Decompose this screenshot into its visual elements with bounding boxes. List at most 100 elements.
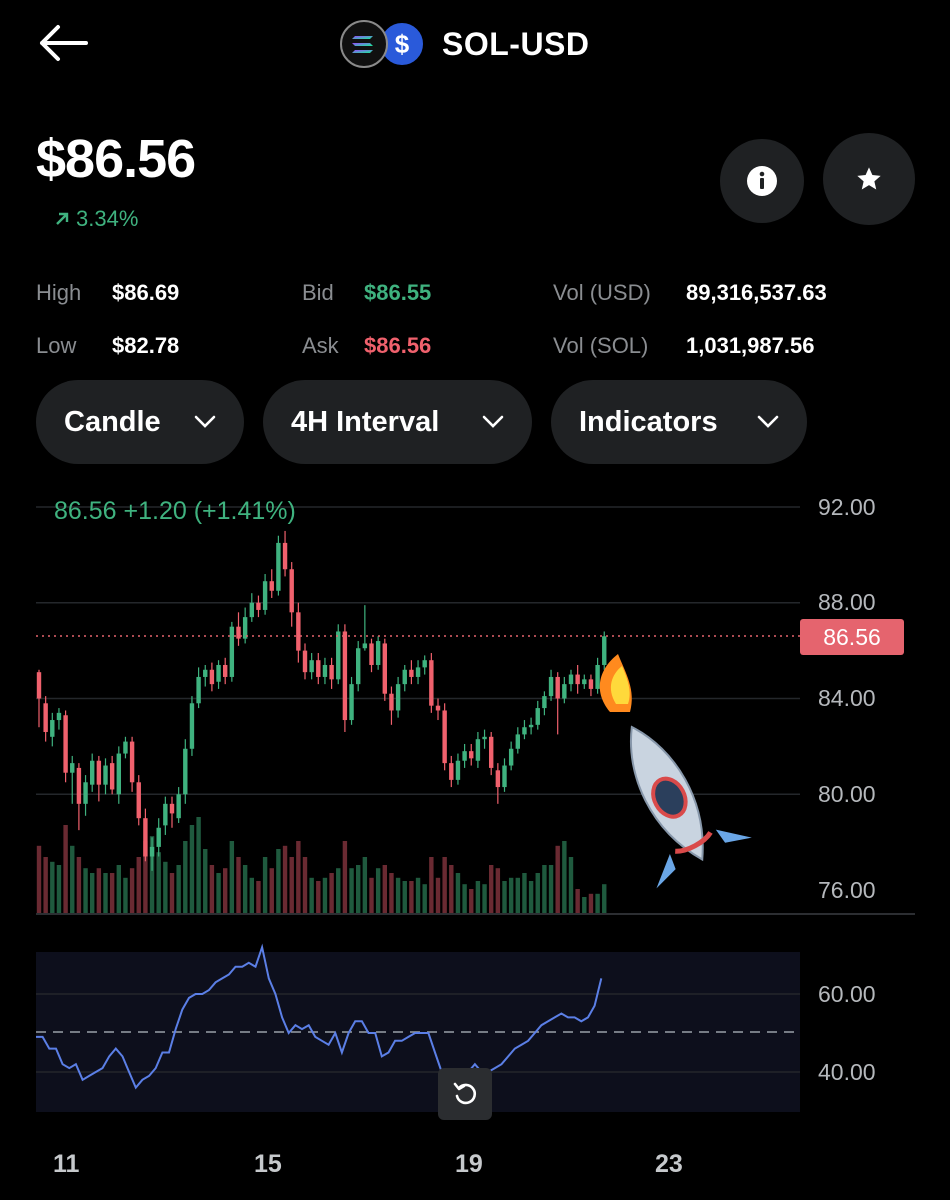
interval-dropdown[interactable]: 4H Interval <box>263 380 532 464</box>
info-button[interactable] <box>720 139 804 223</box>
date-axis-label: 19 <box>455 1150 483 1178</box>
vol-usd-value: 89,316,537.63 <box>686 280 827 305</box>
candle <box>489 732 494 776</box>
volume-bar <box>129 868 135 913</box>
volume-bar <box>409 881 414 913</box>
candle <box>249 593 254 622</box>
candle <box>196 667 201 709</box>
candle <box>123 736 128 759</box>
candle-body <box>342 631 348 721</box>
candle <box>169 796 175 828</box>
candle <box>136 775 141 826</box>
candle <box>475 732 481 768</box>
volume-bar <box>70 845 75 913</box>
candle-body <box>282 542 288 570</box>
candle <box>469 743 474 766</box>
high-value: $86.69 <box>112 280 180 305</box>
candle <box>349 676 354 725</box>
candle <box>289 562 294 627</box>
candle-body <box>176 794 181 819</box>
price-chart[interactable] <box>0 480 950 1130</box>
candle <box>63 710 68 783</box>
back-button[interactable] <box>36 20 90 66</box>
volume-bar <box>389 873 394 913</box>
volume-bar <box>289 857 294 913</box>
candle-body <box>269 581 274 591</box>
volume-bar <box>76 857 82 913</box>
candle <box>555 672 560 735</box>
candle <box>369 638 374 673</box>
candle <box>36 669 42 728</box>
volume-bar <box>442 857 447 913</box>
volume-bar <box>163 861 168 913</box>
candle-body <box>216 664 221 682</box>
candle-body <box>203 669 208 677</box>
current-price: $86.56 <box>36 129 196 189</box>
candle <box>508 741 514 771</box>
candle <box>43 696 48 742</box>
candle-body <box>475 739 481 761</box>
volume-bar <box>90 873 95 913</box>
low-label: Low <box>36 333 77 358</box>
volume-bar <box>169 873 175 913</box>
volume-bar <box>223 868 228 913</box>
candle-body <box>542 696 547 709</box>
volume-bar <box>36 845 42 913</box>
candle <box>442 703 447 771</box>
chart-type-dropdown[interactable]: Candle <box>36 380 244 464</box>
candle <box>189 696 195 756</box>
indicators-dropdown[interactable]: Indicators <box>551 380 807 464</box>
volume-bar <box>475 881 481 913</box>
candle-body <box>502 765 507 788</box>
candle-body <box>508 748 514 766</box>
ask-label: Ask <box>302 333 339 358</box>
pair-title: SOL-USD <box>442 25 590 62</box>
bid-value: $86.55 <box>364 280 432 305</box>
favorite-button[interactable] <box>823 133 915 225</box>
svg-text:$: $ <box>395 29 410 59</box>
price-axis-label: 84.00 <box>818 685 876 711</box>
candle-body <box>189 703 195 749</box>
candle-body <box>369 643 374 665</box>
star-icon <box>857 167 881 190</box>
date-axis-label: 15 <box>254 1150 282 1178</box>
volume-bar <box>469 889 474 913</box>
candle <box>242 607 248 644</box>
volume-bar <box>236 857 241 913</box>
candle <box>389 686 394 725</box>
volume-bar <box>555 845 560 913</box>
candle-body <box>489 736 494 768</box>
back-arrow-icon <box>40 25 88 61</box>
candle <box>568 669 574 692</box>
candle <box>103 758 108 795</box>
info-icon <box>747 166 777 196</box>
volume-bar <box>548 865 554 913</box>
candle <box>236 612 241 646</box>
candle-body <box>349 684 354 721</box>
volume-bar <box>502 881 507 913</box>
candle <box>515 727 520 754</box>
volume-bar <box>362 857 368 913</box>
candle-body <box>83 782 88 804</box>
volume-bar <box>356 865 361 913</box>
volume-bar <box>189 825 195 913</box>
volume-bar <box>602 884 607 913</box>
candle <box>336 624 341 685</box>
candle-body <box>223 664 228 677</box>
reset-zoom-button[interactable] <box>438 1068 492 1120</box>
pair-header: $ SOL-USD <box>340 14 590 74</box>
high-label: High <box>36 280 82 305</box>
indicators-label: Indicators <box>579 405 718 438</box>
chevron-down-icon <box>194 415 216 428</box>
candle-body <box>568 674 574 685</box>
volume-bar <box>176 865 181 913</box>
candle <box>462 743 467 768</box>
volume-bar <box>83 868 88 913</box>
candle <box>356 641 361 692</box>
candles <box>36 530 607 871</box>
candle-body <box>262 581 268 610</box>
date-axis-label: 11 <box>53 1150 80 1178</box>
candle-body <box>63 715 68 773</box>
candle-body <box>316 660 321 677</box>
volume-bar <box>276 849 281 913</box>
